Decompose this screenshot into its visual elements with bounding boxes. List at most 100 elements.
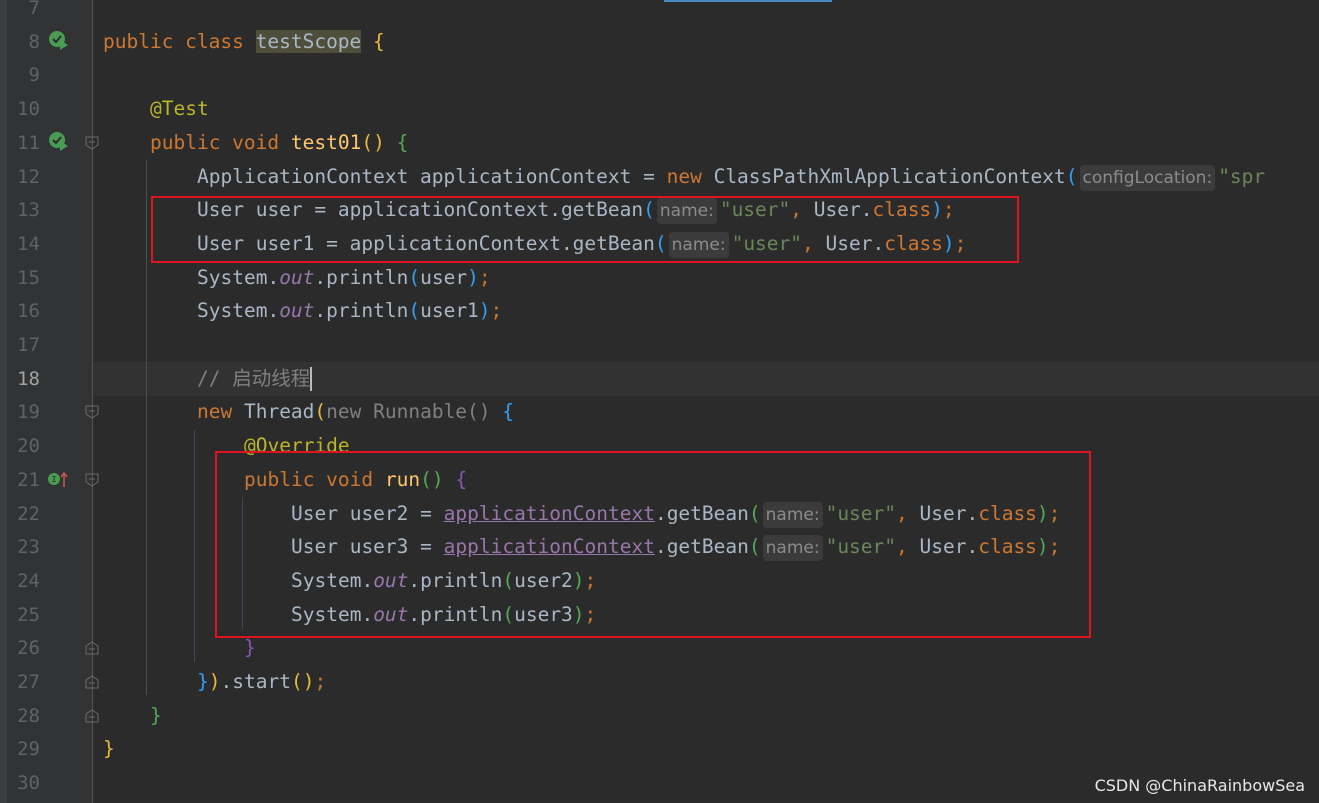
- code-text[interactable]: public class testScope {: [103, 25, 385, 59]
- indent-guide: [194, 430, 195, 662]
- code-token: public class: [103, 29, 256, 53]
- code-token: {: [396, 130, 409, 154]
- code-text[interactable]: }: [103, 732, 115, 766]
- parameter-hint: configLocation:: [1079, 164, 1216, 191]
- watermark: CSDN @ChinaRainbowSea: [1094, 776, 1305, 795]
- code-text[interactable]: @Test: [150, 92, 209, 126]
- code-token: (): [361, 130, 385, 154]
- code-token: testScope: [255, 29, 362, 53]
- code-line[interactable]: 15 System.out.println(user);: [0, 261, 1319, 295]
- run-test-icon[interactable]: [48, 30, 70, 52]
- line-number[interactable]: 9: [8, 58, 40, 92]
- code-token: public void: [150, 130, 291, 154]
- code-token: ): [478, 299, 491, 323]
- line-number[interactable]: 30: [8, 766, 40, 800]
- line-number[interactable]: 21: [8, 463, 40, 497]
- line-number[interactable]: 24: [8, 564, 40, 598]
- code-token: new Runnable(): [326, 400, 503, 424]
- line-number[interactable]: 12: [8, 160, 40, 194]
- code-token: Thread: [243, 400, 315, 424]
- code-line[interactable]: 7: [0, 0, 1319, 25]
- fold-end-icon[interactable]: [85, 641, 99, 655]
- code-token: new: [666, 164, 714, 188]
- code-token: ClassPathXmlApplicationContext: [713, 164, 1066, 188]
- code-line[interactable]: 11 public void test01() {: [0, 126, 1319, 160]
- line-number[interactable]: 28: [8, 699, 40, 733]
- code-token: @Test: [150, 97, 209, 121]
- line-number[interactable]: 26: [8, 631, 40, 665]
- code-line[interactable]: 27 }).start();: [0, 665, 1319, 699]
- code-line[interactable]: 18 // 启动线程: [0, 361, 1319, 396]
- code-token: (: [314, 400, 327, 424]
- fold-end-icon[interactable]: [85, 709, 99, 723]
- run-test-icon[interactable]: [48, 131, 70, 153]
- fold-end-icon[interactable]: [85, 675, 99, 689]
- indent-guide: [146, 160, 147, 695]
- code-token: .println: [314, 299, 409, 323]
- code-line[interactable]: 16 System.out.println(user1);: [0, 294, 1319, 328]
- code-token: {: [502, 400, 515, 424]
- code-token: }: [244, 636, 256, 660]
- code-token: {: [373, 29, 385, 53]
- code-token: }: [150, 703, 162, 727]
- code-token: }: [197, 670, 209, 693]
- line-number[interactable]: 11: [8, 126, 40, 160]
- code-token: out: [279, 299, 315, 323]
- fold-collapse-icon[interactable]: [85, 473, 99, 487]
- line-number[interactable]: 15: [8, 261, 40, 295]
- code-line[interactable]: 12 ApplicationContext applicationContext …: [0, 160, 1319, 194]
- line-number[interactable]: 14: [8, 227, 40, 261]
- highlight-box-outer-getbean: [151, 196, 1019, 263]
- code-line[interactable]: 17: [0, 328, 1319, 362]
- code-line[interactable]: 8 public class testScope {: [0, 25, 1319, 59]
- code-token: System.: [197, 265, 280, 289]
- code-token: user1: [420, 299, 479, 323]
- fold-collapse-icon[interactable]: [85, 136, 99, 150]
- code-line[interactable]: 10 @Test: [0, 92, 1319, 126]
- code-text[interactable]: // 启动线程: [197, 362, 313, 396]
- line-number[interactable]: 18: [8, 362, 40, 396]
- code-token: ;: [478, 265, 491, 289]
- line-number[interactable]: 16: [8, 294, 40, 328]
- line-number[interactable]: 10: [8, 92, 40, 126]
- code-text[interactable]: ApplicationContext applicationContext = …: [197, 160, 1265, 194]
- code-line[interactable]: 28}: [0, 699, 1319, 733]
- code-token: (: [408, 265, 421, 289]
- code-text[interactable]: public void test01() {: [150, 126, 408, 160]
- code-line[interactable]: 19 new Thread(new Runnable() {: [0, 395, 1319, 429]
- code-token: ): [208, 670, 221, 693]
- line-number[interactable]: 22: [8, 497, 40, 531]
- code-token: (: [408, 299, 421, 323]
- code-token: .start: [220, 670, 291, 693]
- code-text[interactable]: new Thread(new Runnable() {: [197, 395, 514, 429]
- code-token: ;: [490, 299, 503, 323]
- fold-collapse-icon[interactable]: [85, 405, 99, 419]
- line-number[interactable]: 8: [8, 25, 40, 59]
- code-line[interactable]: 29}: [0, 732, 1319, 766]
- line-number[interactable]: 29: [8, 732, 40, 766]
- code-text[interactable]: System.out.println(user1);: [197, 294, 502, 328]
- line-number[interactable]: 25: [8, 598, 40, 632]
- code-token: ): [467, 265, 479, 289]
- code-token: new: [197, 400, 244, 424]
- code-token: (): [290, 670, 315, 693]
- code-token: // 启动线程: [197, 366, 311, 390]
- code-text[interactable]: System.out.println(user);: [197, 261, 491, 295]
- line-number[interactable]: 13: [8, 193, 40, 227]
- line-number[interactable]: 23: [8, 530, 40, 564]
- line-number[interactable]: 19: [8, 395, 40, 429]
- implements-method-icon[interactable]: I: [48, 469, 70, 491]
- line-number[interactable]: 20: [8, 429, 40, 463]
- code-token: user: [420, 265, 468, 289]
- code-token: System.: [197, 299, 280, 323]
- line-number[interactable]: 27: [8, 665, 40, 699]
- line-number[interactable]: 17: [8, 328, 40, 362]
- code-token: .println: [314, 265, 409, 289]
- line-number[interactable]: 7: [8, 0, 40, 25]
- code-line[interactable]: 9: [0, 58, 1319, 92]
- code-token: out: [279, 265, 315, 289]
- code-text[interactable]: }).start();: [197, 665, 326, 699]
- code-text[interactable]: }: [150, 699, 162, 733]
- text-caret: [310, 367, 313, 392]
